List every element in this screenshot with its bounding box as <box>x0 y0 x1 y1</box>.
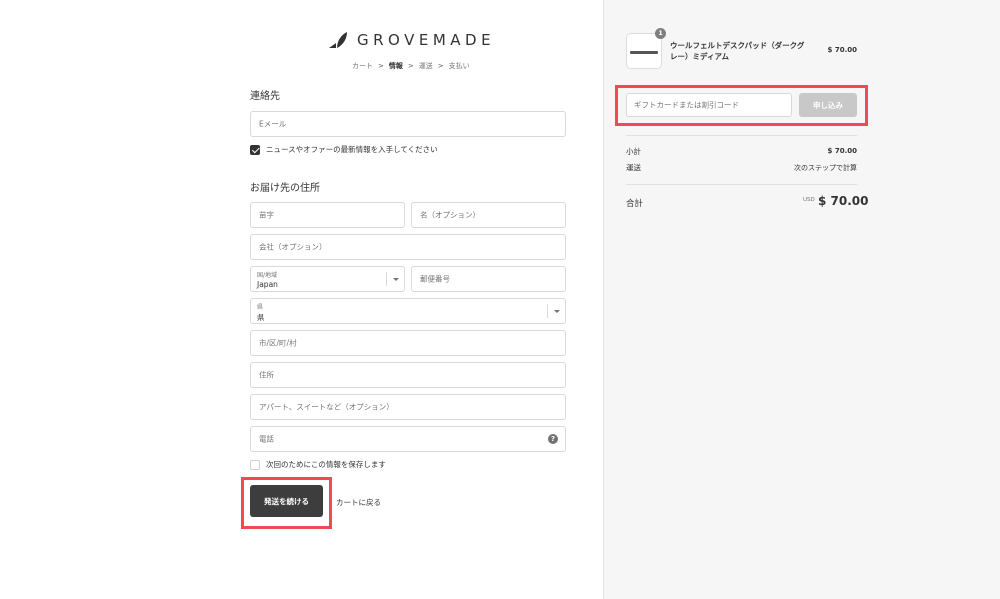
question-mark-icon[interactable]: ? <box>548 434 558 444</box>
newsletter-label: ニュースやオファーの最新情報を入手してください <box>266 145 438 154</box>
total-currency: USD <box>803 197 815 203</box>
prefecture-select[interactable]: 県 県 <box>250 298 566 324</box>
last-name-field[interactable]: 苗字 <box>250 202 405 228</box>
email-placeholder: Eメール <box>259 119 287 129</box>
city-placeholder: 市/区/町/村 <box>259 338 297 348</box>
return-to-cart-link[interactable]: カートに戻る <box>336 497 381 508</box>
summary-divider <box>626 135 857 136</box>
country-value: Japan <box>257 280 278 289</box>
product-name: ウールフェルトデスクパッド（ダークグレー）ミディアム <box>670 41 805 61</box>
brand-logo[interactable]: GROVEMADE <box>329 31 495 49</box>
breadcrumb-information: 情報 <box>388 62 403 70</box>
quantity-badge: 1 <box>655 28 666 39</box>
shipping-section-title: お届け先の住所 <box>250 183 320 194</box>
company-field[interactable]: 会社（オプション） <box>250 234 566 260</box>
postal-code-placeholder: 郵便番号 <box>420 274 450 284</box>
subtotal-label: 小計 <box>626 147 641 156</box>
save-info-checkbox[interactable] <box>250 459 260 470</box>
breadcrumb-cart[interactable]: カート <box>352 61 373 71</box>
product-price: $ 70.00 <box>827 46 857 54</box>
email-field[interactable]: Eメール <box>250 111 566 137</box>
brand-name: GROVEMADE <box>357 31 496 49</box>
breadcrumb: カート > 情報 > 運送 > 支払い <box>352 61 470 71</box>
discount-code-field[interactable]: ギフトカードまたは割引コード <box>626 93 792 117</box>
city-field[interactable]: 市/区/町/村 <box>250 330 566 356</box>
first-name-field[interactable]: 名（オプション） <box>411 202 566 228</box>
chevron-right-icon: > <box>407 62 414 70</box>
first-name-placeholder: 名（オプション） <box>420 210 480 220</box>
chevron-down-icon <box>547 304 565 318</box>
country-select[interactable]: 国/地域 Japan <box>250 266 405 292</box>
save-info-row[interactable]: 次回のためにこの情報を保存します <box>250 459 386 470</box>
address-placeholder: 住所 <box>259 370 274 380</box>
newsletter-checkbox[interactable] <box>250 144 260 155</box>
phone-field[interactable]: 電話 ? <box>250 426 566 452</box>
apartment-field[interactable]: アパート、スイートなど（オプション） <box>250 394 566 420</box>
total-divider <box>626 184 857 185</box>
chevron-right-icon: > <box>437 62 444 70</box>
subtotal-value: $ 70.00 <box>827 147 857 155</box>
shipping-value: 次のステップで計算 <box>794 164 857 172</box>
breadcrumb-payment: 支払い <box>448 62 470 70</box>
contact-section-title: 連絡先 <box>250 91 280 102</box>
prefecture-value: 県 <box>257 313 265 322</box>
product-thumbnail <box>626 33 662 69</box>
phone-placeholder: 電話 <box>259 434 274 444</box>
company-placeholder: 会社（オプション） <box>259 242 327 252</box>
chevron-right-icon: > <box>378 62 384 70</box>
discount-code-placeholder: ギフトカードまたは割引コード <box>634 100 739 110</box>
country-label: 国/地域 <box>257 272 278 279</box>
breadcrumb-shipping: 運送 <box>418 62 433 70</box>
save-info-label: 次回のためにこの情報を保存します <box>266 460 386 469</box>
chevron-down-icon <box>386 272 404 286</box>
last-name-placeholder: 苗字 <box>259 210 274 220</box>
shipping-label: 運送 <box>626 163 641 172</box>
address-field[interactable]: 住所 <box>250 362 566 388</box>
total-value: $ 70.00 <box>818 194 869 208</box>
desk-pad-image <box>630 51 658 54</box>
total-label: 合計 <box>626 199 644 209</box>
continue-to-shipping-button[interactable]: 発送を続ける <box>250 485 323 517</box>
apply-discount-button[interactable]: 申し込み <box>799 93 857 117</box>
postal-code-field[interactable]: 郵便番号 <box>411 266 566 292</box>
newsletter-row[interactable]: ニュースやオファーの最新情報を入手してください <box>250 144 438 155</box>
prefecture-label: 県 <box>257 304 264 311</box>
apartment-placeholder: アパート、スイートなど（オプション） <box>259 402 394 412</box>
leaf-logo-icon <box>329 32 347 48</box>
